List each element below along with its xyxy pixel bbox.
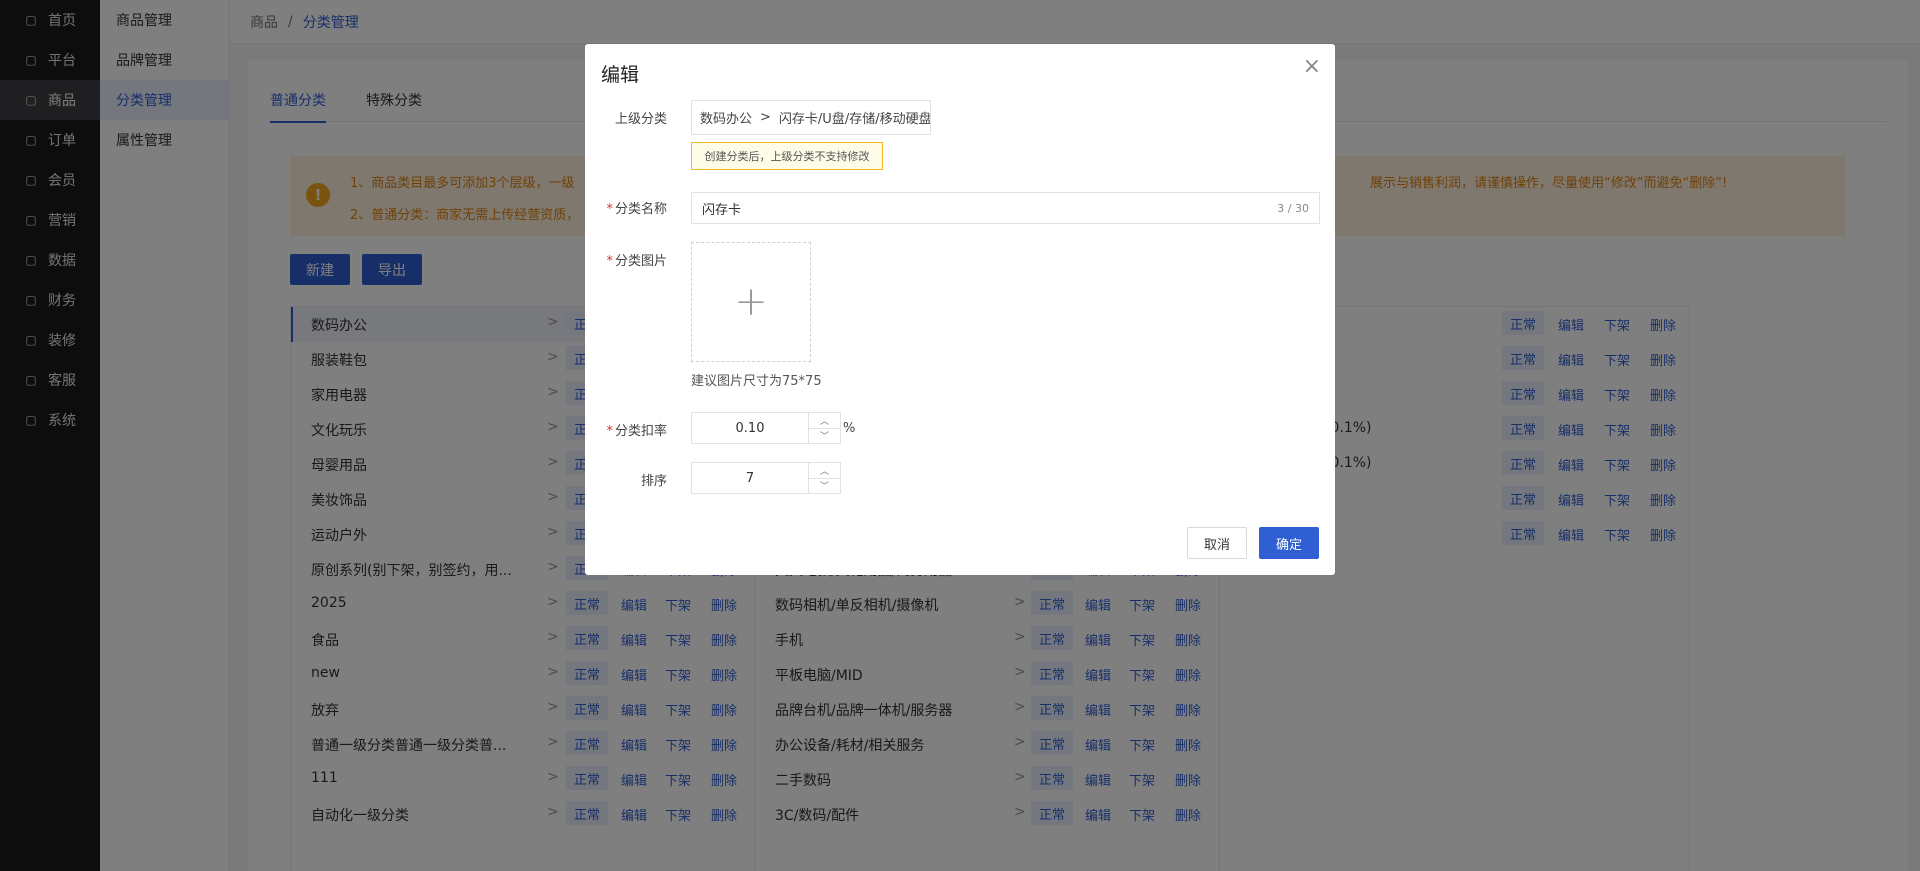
- name-char-count: 3 / 30: [1277, 201, 1309, 215]
- chevron-down-icon[interactable]: ﹀: [809, 427, 840, 444]
- parent-category-field: 数码办公 > 闪存卡/U盘/存储/移动硬盘: [691, 100, 931, 135]
- rate-stepper[interactable]: 0.10 ︿ ﹀: [691, 412, 841, 444]
- edit-dialog: 编辑 × 上级分类 数码办公 > 闪存卡/U盘/存储/移动硬盘 创建分类后，上级…: [585, 44, 1335, 575]
- chevron-right-icon: >: [760, 110, 771, 125]
- chevron-up-icon[interactable]: ︿: [809, 463, 840, 478]
- parent-path-level-2: 闪存卡/U盘/存储/移动硬盘: [778, 112, 931, 127]
- chevron-down-icon[interactable]: ﹀: [809, 477, 840, 494]
- image-label: * 分类图片: [606, 254, 667, 269]
- rate-value[interactable]: 0.10: [692, 413, 808, 443]
- cancel-button[interactable]: 取消: [1187, 527, 1247, 559]
- parent-label: 上级分类: [614, 112, 667, 127]
- category-name-value: 闪存卡: [702, 202, 742, 218]
- sort-label: 排序: [640, 474, 667, 489]
- category-name-input[interactable]: 闪存卡 3 / 30: [691, 192, 1320, 224]
- parent-tip: 创建分类后，上级分类不支持修改: [691, 142, 883, 170]
- sort-value[interactable]: 7: [692, 463, 808, 493]
- parent-path-level-1: 数码办公: [700, 112, 753, 127]
- dialog-title: 编辑: [601, 64, 640, 86]
- rate-label: * 分类扣率: [606, 424, 667, 439]
- confirm-button[interactable]: 确定: [1259, 527, 1319, 559]
- chevron-up-icon[interactable]: ︿: [809, 413, 840, 428]
- image-size-hint: 建议图片尺寸为75*75: [691, 374, 822, 389]
- name-label: * 分类名称: [606, 202, 667, 217]
- image-upload[interactable]: +: [691, 242, 811, 362]
- plus-icon: +: [734, 279, 768, 325]
- sort-stepper[interactable]: 7 ︿ ﹀: [691, 462, 841, 494]
- close-icon[interactable]: ×: [1303, 54, 1321, 79]
- rate-unit: %: [843, 421, 856, 436]
